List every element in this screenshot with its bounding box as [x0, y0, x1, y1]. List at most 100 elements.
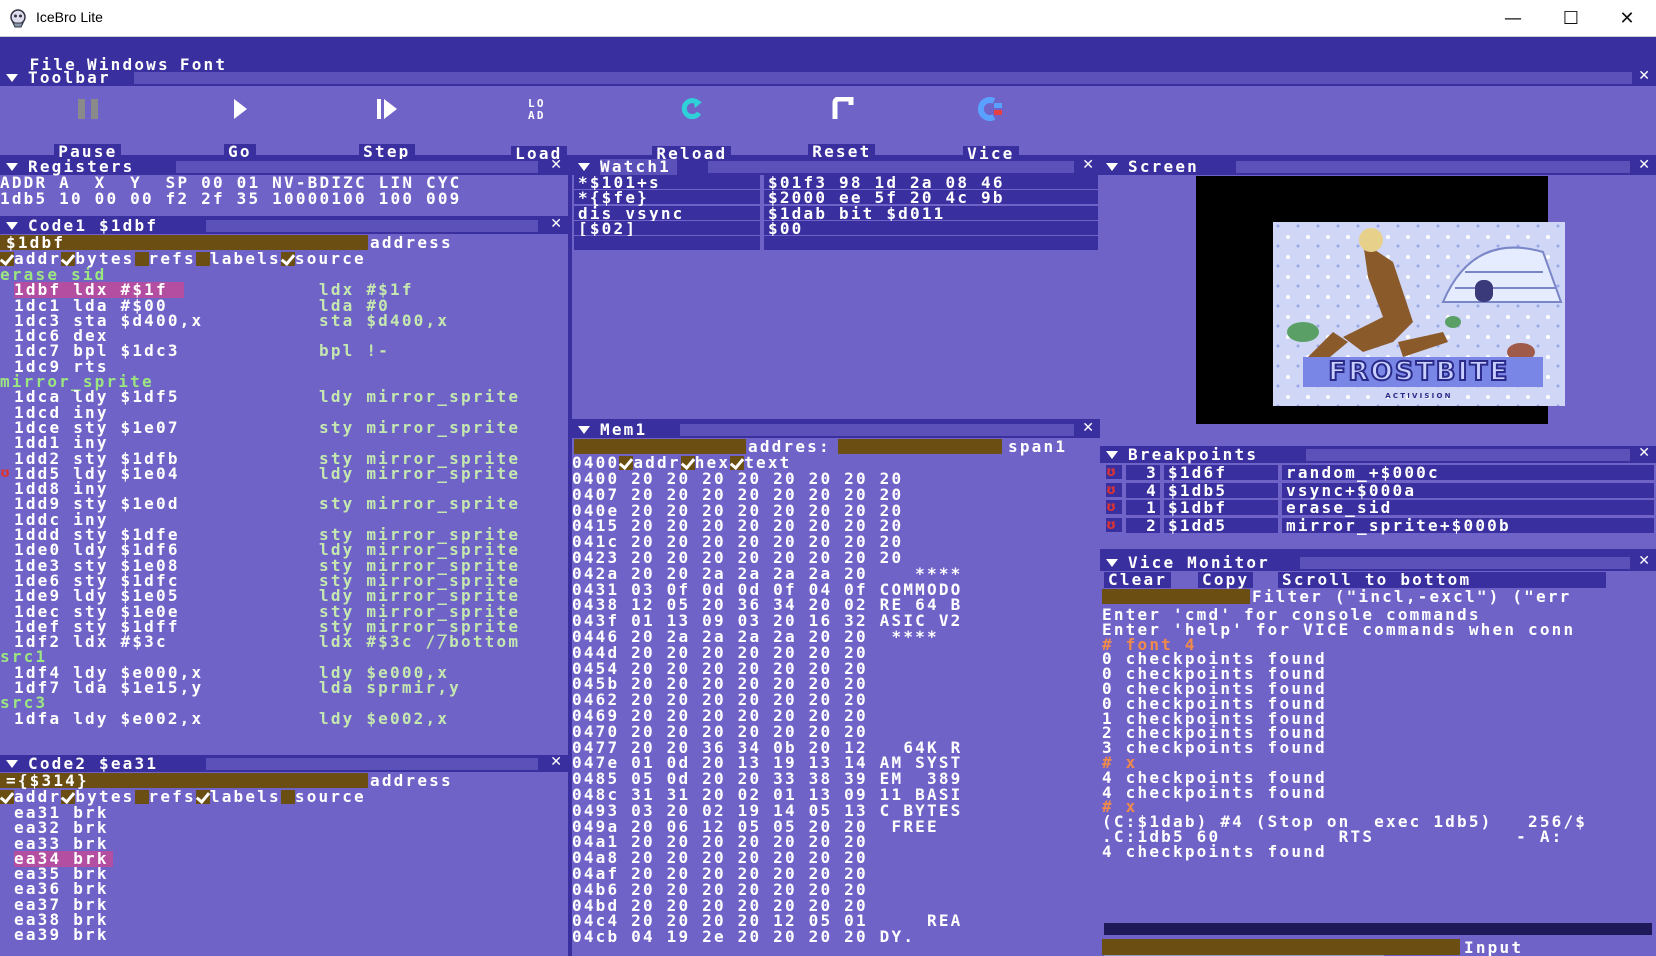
scroll-to-bottom-button[interactable]: Scroll to bottom — [1278, 572, 1606, 588]
mem-address-input[interactable] — [574, 439, 746, 454]
monitor-line: 4 checkpoints found — [1102, 782, 1327, 802]
addr-checkbox[interactable] — [619, 456, 634, 470]
breakpoint-row[interactable]: ʊ 2 $1dd5 mirror_sprite+$000b — [1100, 517, 1656, 536]
labels-checkbox[interactable] — [195, 790, 210, 804]
addr-checkbox[interactable] — [0, 252, 14, 266]
mem-title: Mem1 — [600, 422, 648, 439]
menu-file[interactable]: File — [30, 55, 77, 70]
breakpoint-label: mirror_sprite+$000b — [1282, 517, 1654, 533]
instruction-text: ldy $e002,x — [73, 708, 204, 728]
close-icon[interactable]: ✕ — [550, 218, 562, 233]
collapse-icon[interactable] — [1106, 451, 1118, 459]
monitor-buttons: Clear Copy Scroll to bottom — [1100, 572, 1656, 588]
monitor-title: Vice Monitor — [1128, 555, 1270, 572]
pause-label: Pause — [54, 143, 122, 160]
collapse-icon[interactable] — [1106, 163, 1118, 171]
hex-checkbox[interactable] — [680, 456, 695, 470]
menubar: File Windows Font — [0, 37, 1656, 70]
collapse-icon[interactable] — [578, 163, 590, 171]
go-label: Go — [224, 143, 256, 160]
close-icon[interactable]: ✕ — [1638, 555, 1650, 570]
input-label: Input — [1464, 938, 1524, 956]
minimize-button[interactable]: — — [1484, 0, 1542, 37]
breakpoint-icon[interactable]: ʊ — [0, 466, 12, 481]
close-icon[interactable]: ✕ — [1082, 422, 1094, 437]
close-icon[interactable]: ✕ — [1638, 159, 1650, 174]
watch-expression[interactable]: dis vsync — [574, 205, 760, 221]
mem-dump: 0400 20 20 20 20 20 20 20 20 0407 20 20 2… — [572, 471, 962, 945]
breakpoint-enabled-icon[interactable]: ʊ — [1106, 465, 1122, 480]
refs-checkbox[interactable] — [134, 790, 149, 804]
clear-button[interactable]: Clear — [1104, 572, 1172, 588]
code-line[interactable]: 1df2 ldx #$3c ldx #$3c //bottom — [0, 632, 568, 652]
code2-address-input[interactable]: ={$314} — [0, 773, 368, 789]
source-text: ldy mirror_sprite — [319, 387, 521, 407]
breakpoint-row[interactable]: ʊ 3 $1d6f random_+$000c — [1100, 465, 1656, 483]
source-checkbox[interactable] — [280, 790, 295, 804]
close-icon[interactable]: ✕ — [550, 159, 562, 174]
collapse-icon[interactable] — [578, 426, 590, 434]
registers-values[interactable]: 1db5 10 00 00 f2 2f 35 10000100 100 009 — [0, 191, 461, 207]
code1-address-input[interactable]: $1dbf — [0, 235, 368, 251]
reset-button[interactable]: Reset — [780, 81, 880, 160]
breakpoint-enabled-icon[interactable]: ʊ — [1106, 482, 1122, 498]
go-button[interactable]: Go — [192, 81, 264, 160]
source-checkbox[interactable] — [280, 252, 295, 266]
reload-icon — [681, 97, 702, 119]
mem-row[interactable]: 04cb 04 19 2e 20 20 20 20 DY. — [572, 929, 962, 945]
screen-title: Screen — [1128, 159, 1199, 176]
watch-row[interactable]: [$02] $00 — [572, 220, 1100, 236]
refs-checkbox[interactable] — [134, 252, 149, 266]
collapse-icon[interactable] — [6, 163, 18, 171]
code-line[interactable]: 1dfa ldy $e002,x ldy $e002,x — [0, 708, 568, 728]
maximize-button[interactable]: ☐ — [1542, 0, 1600, 37]
addr-checkbox[interactable] — [0, 790, 14, 804]
watch-expression[interactable]: *{$fe} — [574, 190, 760, 206]
menu-font[interactable]: Font — [180, 55, 227, 70]
filter-input[interactable] — [1102, 589, 1250, 604]
breakpoint-label: erase_sid — [1282, 500, 1654, 516]
collapse-icon[interactable] — [6, 760, 18, 768]
watch-expression[interactable] — [574, 236, 760, 251]
breakpoint-address: $1dbf — [1164, 500, 1278, 516]
code2-panel: Code2 $ea31 ✕ ={$314} address addr bytes r… — [0, 756, 568, 956]
disasm-text: ea39 brk — [14, 927, 109, 943]
watch-row[interactable]: dis vsync $1dab bit $d011 — [572, 205, 1100, 221]
mem-span-input[interactable] — [838, 439, 1002, 454]
monitor-command-input[interactable] — [1102, 939, 1460, 955]
close-icon[interactable]: ✕ — [1082, 159, 1094, 174]
watch-row[interactable] — [572, 236, 1100, 251]
menu-windows[interactable]: Windows — [87, 55, 170, 70]
labels-checkbox[interactable] — [195, 252, 210, 266]
collapse-icon[interactable] — [1106, 559, 1118, 567]
vice-button[interactable]: Vice — [936, 81, 1022, 162]
watch-expression[interactable]: [$02] — [574, 220, 760, 236]
reload-button[interactable]: Reload — [620, 81, 740, 162]
breakpoint-number: 4 — [1126, 482, 1160, 498]
emulator-screen[interactable]: FROSTBITE ACTIVISION — [1196, 176, 1566, 424]
copy-button[interactable]: Copy — [1198, 572, 1254, 588]
breakpoint-enabled-icon[interactable]: ʊ — [1106, 500, 1122, 515]
bytes-checkbox[interactable] — [61, 252, 76, 266]
collapse-icon[interactable] — [6, 74, 18, 82]
pause-button[interactable]: Pause — [28, 81, 124, 160]
code2-header: Code2 $ea31 ✕ — [0, 756, 568, 772]
monitor-header: Vice Monitor ✕ — [1100, 555, 1656, 571]
source-text: ldx #$3c //bottom — [319, 632, 521, 652]
close-icon[interactable]: ✕ — [1638, 447, 1650, 462]
bytes-checkbox[interactable] — [61, 790, 76, 804]
text-checkbox[interactable] — [730, 456, 745, 470]
breakpoint-enabled-icon[interactable]: ʊ — [1106, 517, 1122, 533]
code-line[interactable]: 1df7 lda $1e15,y lda sprmir,y — [0, 680, 568, 696]
close-button[interactable]: ✕ — [1598, 0, 1656, 37]
game-title: FROSTBITE — [1329, 357, 1510, 387]
collapse-icon[interactable] — [6, 222, 18, 230]
load-button[interactable]: LO AD Load — [482, 81, 572, 162]
watch-expression[interactable]: *$101+s — [574, 175, 760, 191]
step-button[interactable]: Step — [330, 81, 420, 160]
breakpoint-list: ʊ 3 $1d6f random_+$000c ʊ 4 $1db5 vsync+$000a ʊ 1… — [1100, 465, 1656, 535]
monitor-scrollbar[interactable] — [1104, 923, 1652, 956]
close-icon[interactable]: ✕ — [550, 756, 562, 771]
close-icon[interactable]: ✕ — [1638, 70, 1650, 85]
code-line[interactable]: ea39 brk — [0, 927, 568, 943]
